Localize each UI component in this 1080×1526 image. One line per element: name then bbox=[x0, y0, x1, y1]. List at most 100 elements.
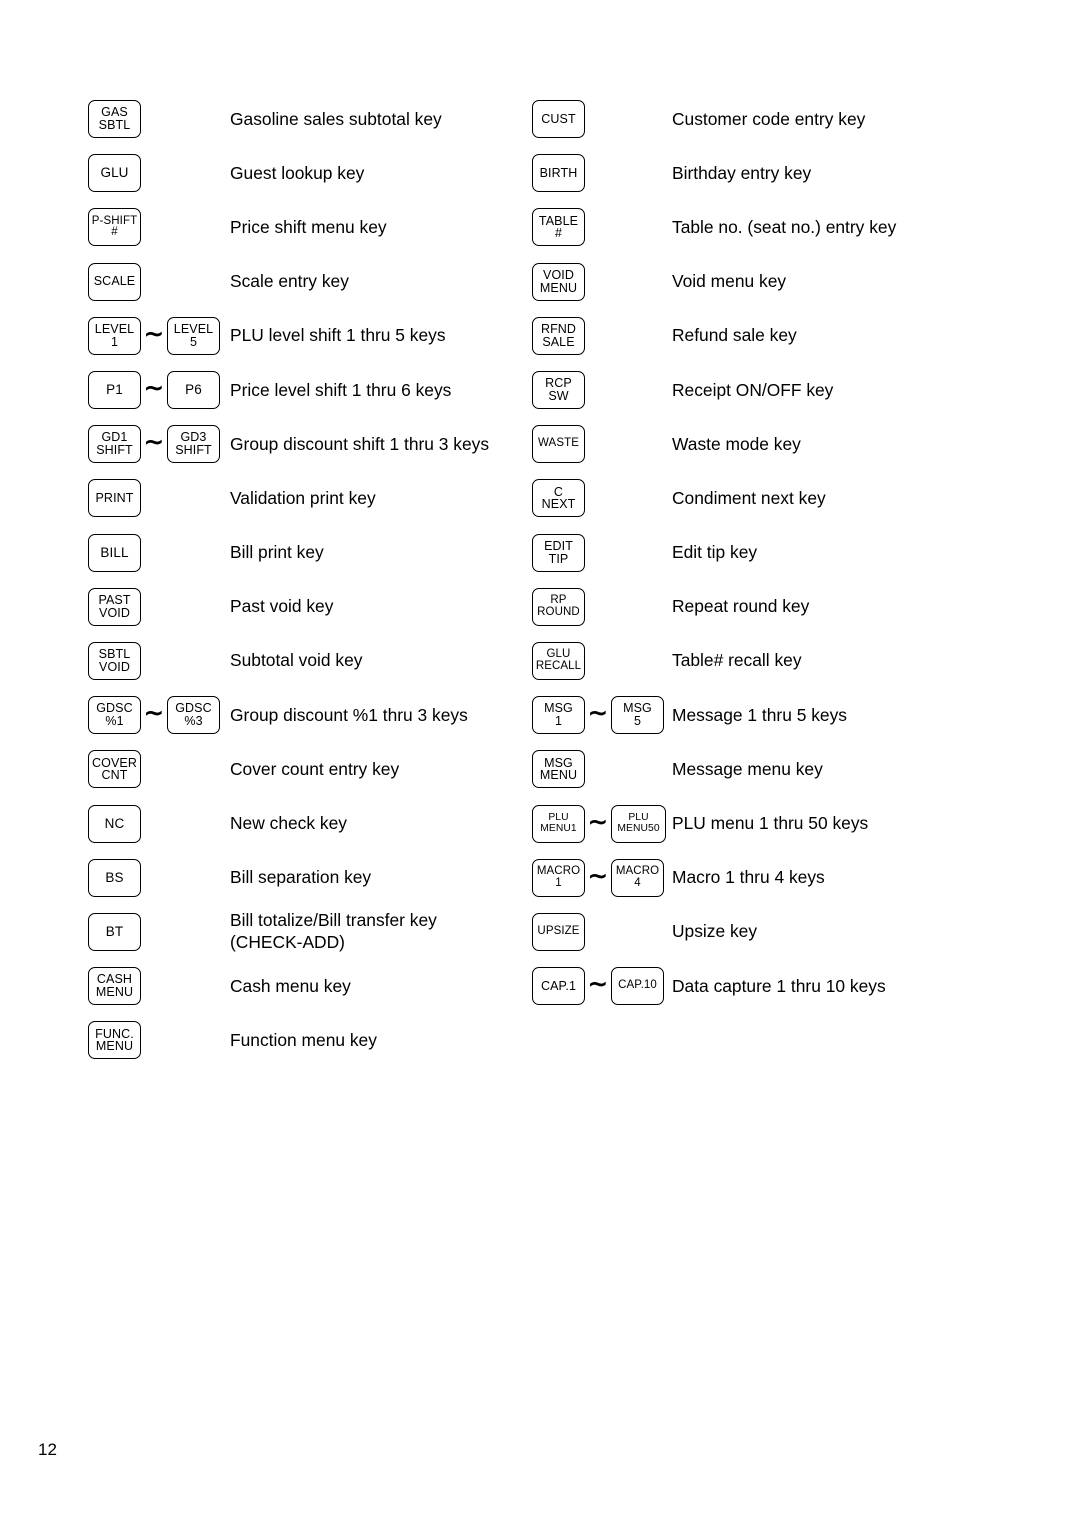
keycap-group: PLU MENU1 ∼ PLU MENU50 bbox=[532, 804, 666, 843]
key-list-left-column: GAS SBTL Gasoline sales subtotal key GLU Gue… bbox=[88, 92, 528, 1067]
keycap-group: MSG 1 ∼ MSG 5 bbox=[532, 696, 664, 735]
key-description-text: Past void key bbox=[230, 596, 334, 617]
keycap: MSG 1 bbox=[532, 696, 585, 735]
key-description-text: Cash menu key bbox=[230, 975, 351, 996]
key-description-text: Bill print key bbox=[230, 542, 324, 563]
key-description-row-left-5: P1 ∼ P6 Price level shift 1 thru 6 keys bbox=[88, 363, 528, 417]
keycap: WASTE bbox=[532, 425, 585, 464]
keycap-group: MACRO 1 ∼ MACRO 4 bbox=[532, 858, 664, 897]
keycap-group: GAS SBTL bbox=[88, 100, 141, 139]
keycap-label-line: P1 bbox=[106, 382, 123, 398]
keycap-label-line: MACRO bbox=[615, 865, 660, 877]
key-description-text: Upsize key bbox=[672, 921, 758, 942]
key-description-row-left-3: SCALE Scale entry key bbox=[88, 255, 528, 309]
key-description-row-left-2: P-SHIFT # Price shift menu key bbox=[88, 200, 528, 254]
keycap-label-line: SHIFT bbox=[96, 443, 133, 458]
keycap: FUNC. MENU bbox=[88, 1021, 141, 1060]
keycap-group: COVER CNT bbox=[88, 750, 141, 789]
keycap-group: VOID MENU bbox=[532, 262, 585, 301]
key-description-row-left-13: NC New check key bbox=[88, 796, 528, 850]
key-description-text: Condiment next key bbox=[672, 487, 826, 508]
key-description-text: Bill totalize/Bill transfer key (CHECK-A… bbox=[230, 910, 437, 952]
keycap-group: BT bbox=[88, 912, 141, 951]
keycap-group: GD1 SHIFT ∼ GD3 SHIFT bbox=[88, 425, 220, 464]
keycap-label-line: 4 bbox=[634, 876, 641, 889]
key-description-row-right-4: RFND SALE Refund sale key bbox=[532, 309, 972, 363]
keycap-label-line: PLU bbox=[548, 812, 569, 824]
keycap: PLU MENU1 bbox=[532, 804, 585, 843]
key-description-row-left-16: CASH MENU Cash menu key bbox=[88, 959, 528, 1013]
keycap-label-line: BIRTH bbox=[539, 165, 578, 180]
key-description-row-left-17: FUNC. MENU Function menu key bbox=[88, 1013, 528, 1067]
keycap-label-line: VOID bbox=[99, 605, 130, 620]
keycap: SBTL VOID bbox=[88, 641, 141, 680]
keycap: BIRTH bbox=[532, 154, 585, 193]
key-description-row-left-9: PAST VOID Past void key bbox=[88, 580, 528, 634]
keycap: GDSC %3 bbox=[167, 696, 220, 735]
key-description-row-right-15: UPSIZE Upsize key bbox=[532, 905, 972, 959]
keycap-label-line: CAP.10 bbox=[618, 979, 657, 992]
keycap-label-line: MENU bbox=[95, 985, 134, 1000]
keycap-group: CASH MENU bbox=[88, 967, 141, 1006]
key-description-row-left-7: PRINT Validation print key bbox=[88, 471, 528, 525]
keycap-label-line: NEXT bbox=[541, 497, 576, 512]
keycap: VOID MENU bbox=[532, 262, 585, 301]
keycap-group: NC bbox=[88, 804, 141, 843]
keycap-group: SBTL VOID bbox=[88, 641, 141, 680]
keycap-group: BS bbox=[88, 858, 141, 897]
key-description-row-right-7: C NEXT Condiment next key bbox=[532, 471, 972, 525]
keycap: CASH MENU bbox=[88, 967, 141, 1006]
keycap-label-line: %3 bbox=[184, 714, 203, 729]
keycap-label-line: P6 bbox=[185, 382, 202, 398]
key-description-row-left-12: COVER CNT Cover count entry key bbox=[88, 742, 528, 796]
keycap: CUST bbox=[532, 100, 585, 139]
keycap: PLU MENU50 bbox=[611, 804, 666, 843]
keycap: RFND SALE bbox=[532, 316, 585, 355]
keycap: GDSC %1 bbox=[88, 696, 141, 735]
key-description-text: Gasoline sales subtotal key bbox=[230, 108, 442, 129]
key-description-text: Message menu key bbox=[672, 758, 823, 779]
keycap-label-line: SCALE bbox=[93, 274, 136, 289]
key-description-row-left-10: SBTL VOID Subtotal void key bbox=[88, 634, 528, 688]
keycap-group: FUNC. MENU bbox=[88, 1021, 141, 1060]
keycap: P1 bbox=[88, 371, 141, 410]
keycap-group: PAST VOID bbox=[88, 587, 141, 626]
keycap-label-line: BT bbox=[105, 924, 124, 940]
keycap: EDIT TIP bbox=[532, 533, 585, 572]
keycap-group: WASTE bbox=[532, 425, 585, 464]
key-list-right-column: CUST Customer code entry key BIRTH Birthday… bbox=[532, 92, 972, 1013]
key-description-text: PLU menu 1 thru 50 keys bbox=[672, 813, 869, 834]
keycap-label-line: MENU1 bbox=[540, 822, 577, 834]
key-description-text: Customer code entry key bbox=[672, 108, 866, 129]
keycap-label-line: 1 bbox=[554, 714, 563, 729]
keycap-label-line: LEVEL bbox=[94, 322, 135, 337]
keycap: UPSIZE bbox=[532, 912, 585, 951]
key-description-text: Birthday entry key bbox=[672, 162, 812, 183]
key-description-text: Price level shift 1 thru 6 keys bbox=[230, 379, 452, 400]
keycap-label-line: # bbox=[554, 226, 563, 241]
key-description-text: Edit tip key bbox=[672, 542, 758, 563]
keycap-label-line: MENU50 bbox=[617, 822, 660, 834]
key-description-row-right-3: VOID MENU Void menu key bbox=[532, 255, 972, 309]
keycap: GD3 SHIFT bbox=[167, 425, 220, 464]
key-description-text: Receipt ON/OFF key bbox=[672, 379, 834, 400]
key-description-text: Price shift menu key bbox=[230, 216, 387, 237]
key-description-text: Subtotal void key bbox=[230, 650, 363, 671]
key-description-text: Repeat round key bbox=[672, 596, 810, 617]
keycap-label-line: 5 bbox=[633, 714, 642, 729]
key-description-text: Message 1 thru 5 keys bbox=[672, 704, 847, 725]
keycap-group: UPSIZE bbox=[532, 912, 585, 951]
keycap: MACRO 1 bbox=[532, 858, 585, 897]
keycap-label-line: RFND bbox=[540, 322, 577, 337]
keycap: RCP SW bbox=[532, 371, 585, 410]
keycap-label-line: RECALL bbox=[535, 659, 582, 672]
keycap-label-line: CAP.1 bbox=[540, 978, 576, 993]
keycap-label-line: GLU bbox=[100, 165, 129, 181]
page-number: 12 bbox=[38, 1440, 57, 1459]
key-description-row-right-0: CUST Customer code entry key bbox=[532, 92, 972, 146]
keycap-group: GLU bbox=[88, 154, 141, 193]
keycap: CAP.10 bbox=[611, 967, 664, 1006]
key-description-text: Cover count entry key bbox=[230, 758, 400, 779]
key-description-text: Refund sale key bbox=[672, 325, 797, 346]
keycap-group: LEVEL 1 ∼ LEVEL 5 bbox=[88, 316, 220, 355]
